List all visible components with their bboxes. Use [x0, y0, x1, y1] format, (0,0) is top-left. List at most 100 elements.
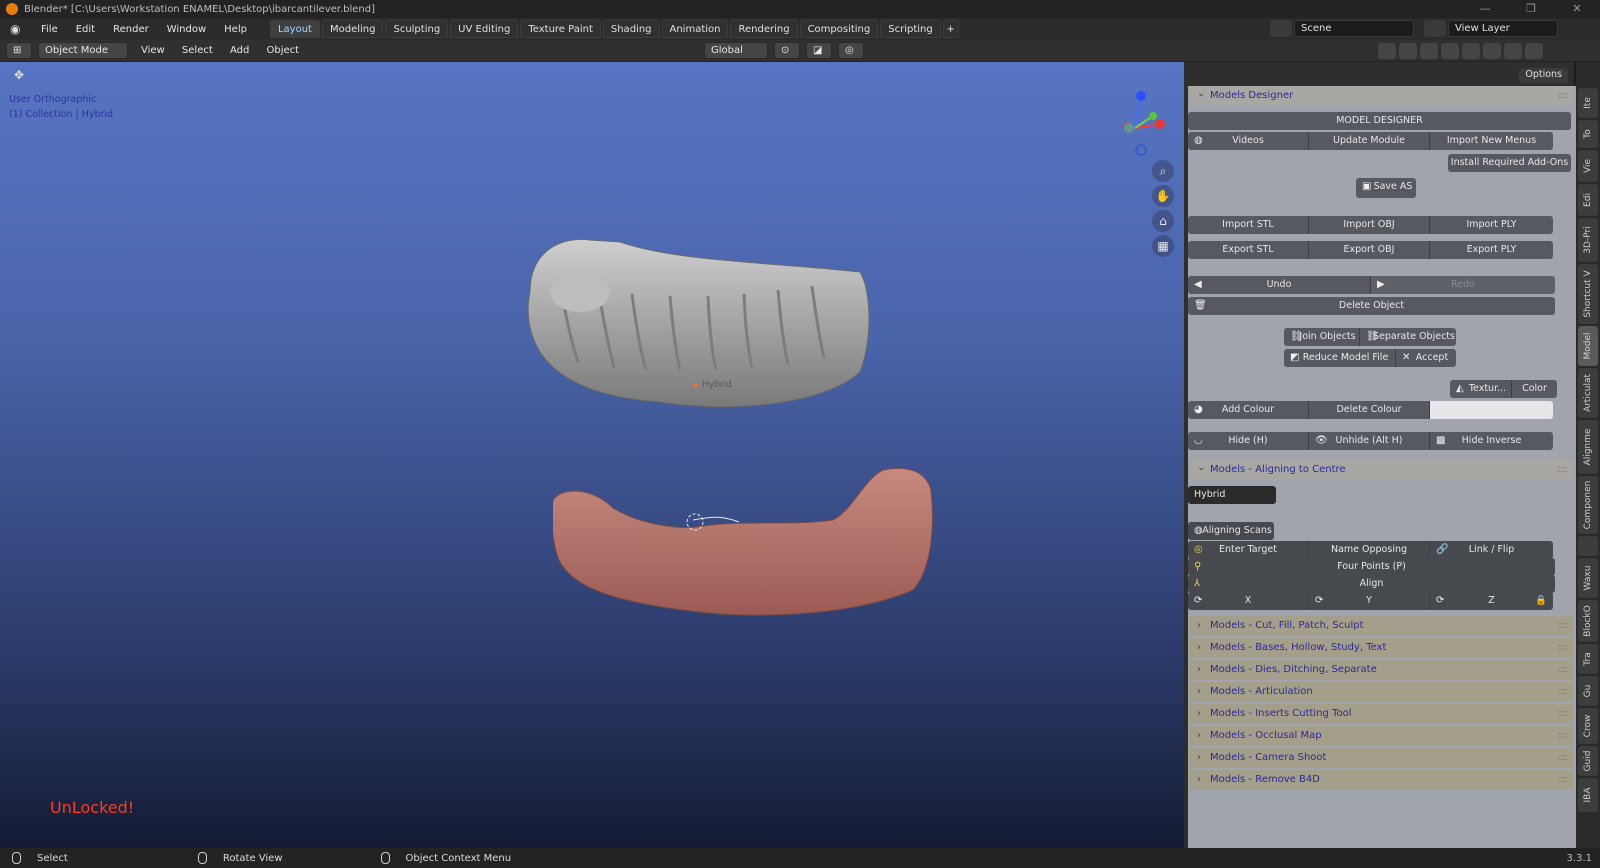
- videos-button[interactable]: ◍ Videos: [1188, 132, 1309, 150]
- neg-y-axis-icon[interactable]: [1124, 123, 1134, 133]
- overlay-icon[interactable]: [1420, 43, 1438, 59]
- colour-swatch[interactable]: [1430, 401, 1553, 419]
- panel-header-dies[interactable]: Models - Dies, Ditching, Separate::::: [1190, 660, 1573, 680]
- drag-handle-icon[interactable]: ::::: [1558, 638, 1569, 658]
- side-tab-model[interactable]: Model: [1578, 326, 1598, 366]
- panel-header-aligning[interactable]: Models - Aligning to Centre ::::: [1190, 458, 1573, 480]
- accept-button[interactable]: ✕ Accept: [1396, 349, 1456, 367]
- side-tab-blockout[interactable]: BlockO: [1578, 600, 1598, 642]
- wireframe-shading-icon[interactable]: [1462, 43, 1480, 59]
- scene-field[interactable]: Scene: [1294, 20, 1414, 37]
- drag-handle-icon[interactable]: ::::: [1558, 460, 1569, 480]
- side-tab-crown[interactable]: Crow: [1578, 708, 1598, 744]
- drag-handle-icon[interactable]: ::::: [1558, 748, 1569, 768]
- delete-colour-button[interactable]: Delete Colour: [1309, 401, 1430, 419]
- tab-animation[interactable]: Animation: [661, 20, 729, 38]
- tab-texture-paint[interactable]: Texture Paint: [520, 20, 601, 38]
- drag-handle-icon[interactable]: ::::: [1558, 770, 1569, 790]
- neg-z-axis-icon[interactable]: [1135, 144, 1147, 156]
- tab-modeling[interactable]: Modeling: [321, 20, 384, 38]
- panel-header-bases[interactable]: Models - Bases, Hollow, Study, Text::::: [1190, 638, 1573, 658]
- gizmo-icon[interactable]: [1399, 43, 1417, 59]
- menu-select[interactable]: Select: [175, 45, 220, 56]
- rotate-x-button[interactable]: ⟳ X: [1188, 592, 1309, 610]
- aligning-scans-button[interactable]: ◍ Aligning Scans: [1188, 522, 1274, 540]
- side-tab-alignment[interactable]: Alignme: [1578, 420, 1598, 474]
- delete-object-button[interactable]: 🗑 Delete Object: [1188, 297, 1555, 315]
- lock-icon[interactable]: 🔒: [1535, 592, 1547, 610]
- drag-handle-icon[interactable]: ::::: [1558, 704, 1569, 724]
- four-points-button[interactable]: ⚲ Four Points (P): [1188, 558, 1555, 576]
- menu-render[interactable]: Render: [104, 24, 158, 35]
- separate-objects-button[interactable]: ⛓ Separate Objects: [1360, 328, 1456, 346]
- align-button[interactable]: ⅄ Align: [1188, 575, 1555, 593]
- side-tab-tool[interactable]: To: [1578, 120, 1598, 148]
- rotate-z-button[interactable]: ⟳ Z 🔒: [1430, 592, 1553, 610]
- material-shading-icon[interactable]: [1504, 43, 1522, 59]
- blender-menu-icon[interactable]: ◉: [10, 22, 26, 36]
- transform-orientation-dropdown[interactable]: Global: [704, 42, 768, 59]
- tab-rendering[interactable]: Rendering: [730, 20, 798, 38]
- panel-header-inserts[interactable]: Models - Inserts Cutting Tool::::: [1190, 704, 1573, 724]
- tab-uv-editing[interactable]: UV Editing: [450, 20, 519, 38]
- tab-sculpting[interactable]: Sculpting: [385, 20, 449, 38]
- drag-handle-icon[interactable]: ::::: [1558, 660, 1569, 680]
- reduce-model-file-button[interactable]: ◩ Reduce Model File: [1284, 349, 1396, 367]
- side-tab-tra[interactable]: Tra: [1578, 644, 1598, 674]
- drag-handle-icon[interactable]: ::::: [1558, 86, 1569, 106]
- cursor-tool-icon[interactable]: ✥: [14, 68, 24, 82]
- side-tab-view[interactable]: Vie: [1578, 150, 1598, 182]
- menu-add[interactable]: Add: [223, 45, 256, 56]
- proportional-icon[interactable]: ◎: [838, 42, 864, 59]
- side-tab-iba[interactable]: IBA: [1578, 778, 1598, 812]
- model-designer-button[interactable]: MODEL DESIGNER: [1188, 112, 1571, 130]
- xray-icon[interactable]: [1441, 43, 1459, 59]
- panel-header-remove-b4d[interactable]: Models - Remove B4D::::: [1190, 770, 1573, 790]
- undo-button[interactable]: ◀ Undo: [1188, 276, 1371, 294]
- z-axis-icon[interactable]: [1136, 91, 1146, 101]
- export-obj-button[interactable]: Export OBJ: [1309, 241, 1430, 259]
- import-new-menus-button[interactable]: Import New Menus: [1430, 132, 1553, 150]
- export-ply-button[interactable]: Export PLY: [1430, 241, 1553, 259]
- drag-handle-icon[interactable]: ::::: [1558, 616, 1569, 636]
- install-addons-button[interactable]: Install Required Add-Ons: [1448, 154, 1571, 172]
- import-ply-button[interactable]: Import PLY: [1430, 216, 1553, 234]
- tab-layout[interactable]: Layout: [269, 20, 320, 38]
- minimize-icon[interactable]: —: [1462, 0, 1508, 18]
- tab-compositing[interactable]: Compositing: [799, 20, 879, 38]
- unhide-button[interactable]: 👁 Unhide (Alt H): [1309, 432, 1430, 450]
- export-stl-button[interactable]: Export STL: [1188, 241, 1309, 259]
- color-dropdown[interactable]: Color: [1512, 380, 1557, 398]
- camera-view-icon[interactable]: ⌂: [1152, 210, 1174, 232]
- upper-teeth-model[interactable]: Hybrid: [520, 232, 880, 412]
- side-tab-gu[interactable]: Gu: [1578, 676, 1598, 706]
- menu-object[interactable]: Object: [260, 45, 307, 56]
- panel-header-cut-fill[interactable]: Models - Cut, Fill, Patch, Sculpt::::: [1190, 616, 1573, 636]
- close-icon[interactable]: ✕: [1554, 0, 1600, 18]
- update-module-button[interactable]: Update Module: [1309, 132, 1430, 150]
- menu-edit[interactable]: Edit: [67, 24, 104, 35]
- import-stl-button[interactable]: Import STL: [1188, 216, 1309, 234]
- texture-dropdown[interactable]: ◭ Textur...: [1450, 380, 1512, 398]
- enter-target-button[interactable]: ◎ Enter Target: [1188, 541, 1309, 559]
- 3d-viewport[interactable]: User Orthographic (1) Collection | Hybri…: [0, 62, 1184, 848]
- panel-header-camera[interactable]: Models - Camera Shoot::::: [1190, 748, 1573, 768]
- link-flip-button[interactable]: 🔗 Link / Flip: [1430, 541, 1553, 559]
- side-tab-blank[interactable]: [1578, 536, 1598, 556]
- panel-header-articulation[interactable]: Models - Articulation::::: [1190, 682, 1573, 702]
- menu-help[interactable]: Help: [215, 24, 256, 35]
- pan-hand-icon[interactable]: ✋: [1152, 185, 1174, 207]
- add-workspace-icon[interactable]: +: [942, 20, 959, 38]
- add-colour-button[interactable]: ◕ Add Colour: [1188, 401, 1309, 419]
- drag-handle-icon[interactable]: ::::: [1558, 726, 1569, 746]
- side-tab-guide[interactable]: Guid: [1578, 746, 1598, 776]
- join-objects-button[interactable]: ⛓ Join Objects: [1284, 328, 1360, 346]
- x-axis-icon[interactable]: [1155, 119, 1165, 129]
- name-opposing-button[interactable]: Name Opposing: [1309, 541, 1430, 559]
- scene-icon[interactable]: [1270, 20, 1292, 37]
- pivot-icon[interactable]: ⊙: [774, 42, 800, 59]
- options-dropdown[interactable]: Options: [1519, 68, 1568, 83]
- save-as-button[interactable]: ▣ Save AS: [1356, 178, 1416, 198]
- ortho-grid-icon[interactable]: ▦: [1152, 235, 1174, 257]
- drag-handle-icon[interactable]: ::::: [1558, 682, 1569, 702]
